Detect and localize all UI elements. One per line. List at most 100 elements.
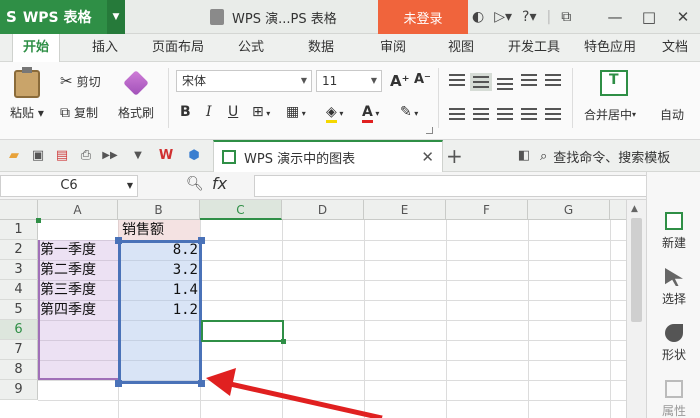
new-tab-icon[interactable]: +	[446, 144, 463, 168]
distribute-icon[interactable]	[545, 108, 561, 120]
function-button[interactable]: fx	[212, 174, 227, 193]
clear-format-button[interactable]: ✎ ▾	[400, 104, 418, 120]
tab-page-layout[interactable]: 页面布局	[152, 34, 204, 62]
select-all-corner[interactable]	[0, 200, 38, 220]
align-top-icon[interactable]	[449, 74, 465, 86]
indent-increase-icon[interactable]	[545, 74, 561, 86]
fill-color-button[interactable]: ◈ ▾	[326, 104, 343, 123]
decrease-font-button[interactable]: A⁻	[414, 72, 431, 87]
share-icon[interactable]: ▷▾	[494, 9, 512, 25]
copy-button[interactable]: ⧉ 复制	[60, 104, 98, 121]
tab-review[interactable]: 审阅	[380, 34, 406, 62]
open-folder-icon[interactable]: ▰	[6, 148, 22, 164]
cell-style-button[interactable]: ▦ ▾	[286, 104, 306, 120]
align-center-icon[interactable]	[473, 108, 489, 120]
row-header-6[interactable]: 6	[0, 320, 38, 340]
scrollbar-thumb[interactable]	[631, 218, 642, 322]
print-icon[interactable]: ⎙	[78, 148, 94, 164]
row-header-2[interactable]: 2	[0, 240, 38, 260]
task-pane-shape-button[interactable]: 形状	[647, 324, 700, 363]
increase-font-button[interactable]: A⁺	[390, 72, 410, 90]
indent-decrease-icon[interactable]	[521, 74, 537, 86]
cell-b5[interactable]: 1.2	[118, 300, 198, 320]
row-header-7[interactable]: 7	[0, 340, 38, 360]
tab-home[interactable]: 开始	[12, 34, 60, 62]
column-header-b[interactable]: B	[118, 200, 200, 220]
skin-icon[interactable]: ◐	[472, 9, 484, 25]
column-header-d[interactable]: D	[282, 200, 364, 220]
font-name-select[interactable]: 宋体 ▼	[176, 70, 312, 92]
maximize-icon[interactable]: □	[632, 0, 666, 34]
font-group-launcher-icon[interactable]	[426, 127, 433, 134]
cut-button[interactable]: ✂ 剪切	[60, 72, 101, 90]
tab-developer[interactable]: 开发工具	[508, 34, 560, 62]
paste-button[interactable]: 粘贴 ▾	[10, 67, 44, 121]
app-menu-dropdown-icon[interactable]: ▼	[107, 0, 125, 34]
export-pdf-icon[interactable]: ▤	[54, 148, 70, 164]
tab-data[interactable]: 数据	[308, 34, 334, 62]
cloud-cube-icon[interactable]: ⬢	[186, 148, 202, 164]
row-header-8[interactable]: 8	[0, 360, 38, 380]
zoom-search-icon[interactable]: 🔍︎	[186, 176, 204, 192]
row-header-9[interactable]: 9	[0, 380, 38, 400]
login-button[interactable]: 未登录	[378, 0, 468, 34]
app-menu-button[interactable]: S WPS 表格 ▼	[0, 0, 125, 34]
formula-input[interactable]	[254, 175, 648, 197]
command-search[interactable]: ⌕ 查找命令、搜索模板	[540, 140, 670, 172]
tab-document[interactable]: 文档	[662, 34, 688, 62]
document-tab[interactable]: WPS 演示中的图表 ✕	[213, 140, 443, 172]
task-pane-properties-button[interactable]: 属性	[647, 380, 700, 418]
cell-b2[interactable]: 8.2	[118, 240, 198, 260]
cell-a2[interactable]: 第一季度	[40, 240, 118, 260]
more-quick-actions-icon[interactable]: ▶▶	[102, 148, 118, 164]
font-color-button[interactable]: A ▾	[362, 104, 379, 123]
column-header-c[interactable]: C	[200, 200, 282, 220]
font-size-select[interactable]: 11 ▼	[316, 70, 382, 92]
align-bottom-icon[interactable]	[497, 78, 513, 90]
row-header-1[interactable]: 1	[0, 220, 38, 240]
align-left-icon[interactable]	[449, 108, 465, 120]
range-handle-bottom-left[interactable]	[115, 380, 122, 387]
tab-formulas[interactable]: 公式	[238, 34, 264, 62]
close-tab-icon[interactable]: ✕	[421, 148, 434, 166]
cell-b3[interactable]: 3.2	[118, 260, 198, 280]
active-cell-c6[interactable]	[201, 320, 286, 344]
column-header-f[interactable]: F	[446, 200, 528, 220]
merge-center-button[interactable]: 合并居中 ▾	[584, 106, 636, 123]
save-icon[interactable]: ▣	[30, 148, 46, 164]
tab-list-icon[interactable]: ◧	[516, 148, 532, 164]
column-header-a[interactable]: A	[38, 200, 118, 220]
tab-special[interactable]: 特色应用	[584, 34, 636, 62]
italic-button[interactable]: I	[206, 104, 212, 120]
align-right-icon[interactable]	[497, 108, 513, 120]
align-middle-icon[interactable]	[470, 73, 492, 91]
help-icon[interactable]: ?▾	[522, 9, 536, 25]
cell-b1[interactable]: 销售额	[122, 220, 200, 240]
row-header-4[interactable]: 4	[0, 280, 38, 300]
task-pane-select-button[interactable]: 选择	[647, 268, 700, 307]
vertical-scrollbar[interactable]: ▲	[626, 200, 646, 418]
borders-button[interactable]: ⊞ ▾	[252, 104, 270, 120]
tab-insert[interactable]: 插入	[92, 34, 118, 62]
column-header-g[interactable]: G	[528, 200, 610, 220]
tab-view[interactable]: 视图	[448, 34, 474, 62]
column-header-e[interactable]: E	[364, 200, 446, 220]
cell-a4[interactable]: 第三季度	[40, 280, 118, 300]
close-icon[interactable]: ✕	[666, 0, 700, 34]
customize-quick-access-icon[interactable]: ▼	[130, 148, 146, 164]
minimize-to-tray-icon[interactable]: ⧉	[561, 9, 571, 25]
column-header-partial[interactable]	[610, 200, 626, 220]
name-box[interactable]: C6 ▼	[0, 175, 138, 197]
merge-center-icon[interactable]	[600, 70, 628, 96]
cell-a3[interactable]: 第二季度	[40, 260, 118, 280]
row-header-5[interactable]: 5	[0, 300, 38, 320]
wps-w-icon[interactable]: W	[158, 148, 174, 164]
underline-button[interactable]: U	[228, 104, 238, 120]
cell-b4[interactable]: 1.4	[118, 280, 198, 300]
scroll-up-icon[interactable]: ▲	[631, 204, 638, 214]
task-pane-new-button[interactable]: 新建	[647, 212, 700, 251]
range-handle-bottom-right[interactable]	[198, 380, 205, 387]
format-painter-button[interactable]: 格式刷	[118, 70, 154, 121]
justify-icon[interactable]	[521, 108, 537, 120]
bold-button[interactable]: B	[180, 104, 191, 120]
